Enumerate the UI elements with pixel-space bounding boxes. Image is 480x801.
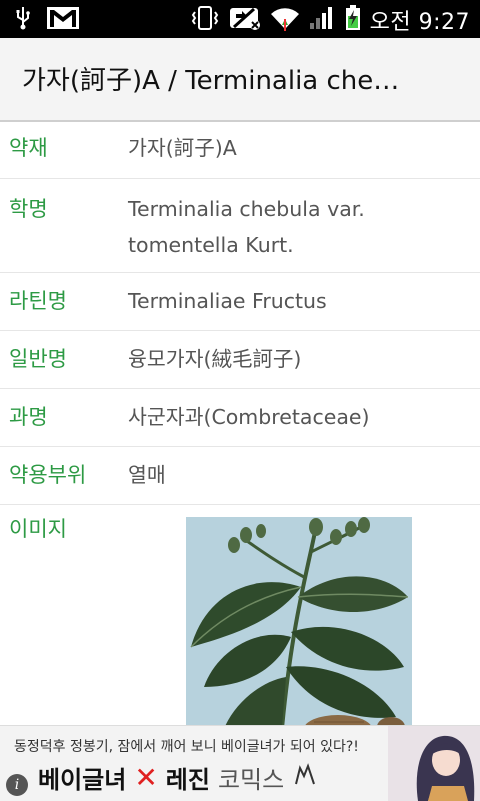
value-medicinal-part: 열매: [128, 463, 166, 487]
row-image: 이미지: [0, 505, 480, 725]
label-medicinal-part: 약용부위: [9, 463, 87, 487]
page-title: 가자(訶子)A / Terminalia che…: [22, 66, 400, 96]
row-latin-name: 라틴명 Terminaliae Fructus: [0, 273, 480, 331]
value-latin-name: Terminaliae Fructus: [128, 289, 327, 313]
row-common-name: 일반명 융모가자(絨毛訶子): [0, 331, 480, 389]
detail-table: 약재 가자(訶子)A 학명 Terminalia chebula var. to…: [0, 122, 480, 725]
label-image: 이미지: [9, 517, 67, 541]
label-family: 과명: [9, 405, 48, 429]
value-family: 사군자과(Combretaceae): [128, 405, 370, 429]
vibrate-icon: [190, 5, 220, 35]
row-scientific-name: 학명 Terminalia chebula var. tomentella Ku…: [0, 179, 480, 273]
value-scientific-name: Terminalia chebula var. tomentella Kurt.: [128, 191, 480, 263]
label-common-name: 일반명: [9, 347, 67, 371]
value-scientific-name-line1: Terminalia chebula var.: [128, 197, 365, 221]
row-herb: 약재 가자(訶子)A: [0, 122, 480, 179]
usb-icon: [14, 6, 32, 34]
row-medicinal-part: 약용부위 열매: [0, 447, 480, 505]
value-herb: 가자(訶子)A: [128, 136, 237, 160]
label-latin-name: 라틴명: [9, 289, 67, 313]
signal-icon: [308, 5, 336, 35]
ad-x-mark: ✕: [134, 761, 158, 794]
ad-info-icon[interactable]: i: [6, 774, 28, 796]
no-sync-icon: [228, 5, 262, 35]
battery-charging-icon: [344, 4, 362, 36]
value-common-name: 융모가자(絨毛訶子): [128, 347, 302, 371]
label-scientific-name: 학명: [9, 197, 48, 221]
ad-character-image: [388, 726, 480, 801]
label-herb: 약재: [9, 136, 48, 160]
ad-logo-icon: [292, 762, 318, 794]
action-bar: 가자(訶子)A / Terminalia che…: [0, 38, 480, 122]
wifi-icon: [270, 5, 300, 35]
ad-banner[interactable]: 동정덕후 정봉기, 잠에서 깨어 보니 베이글녀가 되어 있다?! 베이글녀 ✕…: [0, 725, 480, 801]
gmail-icon: [46, 6, 80, 34]
status-time: 오전 9:27: [369, 10, 470, 35]
ad-brand-line: 베이글녀 ✕ 레진 코믹스: [38, 760, 318, 795]
ad-headline: 동정덕후 정봉기, 잠에서 깨어 보니 베이글녀가 되어 있다?!: [14, 739, 359, 755]
ad-brand-bagel: 베이글녀: [38, 766, 127, 794]
row-family: 과명 사군자과(Combretaceae): [0, 389, 480, 447]
status-bar: 오전 9:27: [0, 0, 480, 38]
ad-brand-lezhin: 레진: [165, 766, 210, 794]
value-scientific-name-line2: tomentella Kurt.: [128, 233, 294, 257]
ad-brand-comics: 코믹스: [217, 766, 285, 794]
plant-illustration[interactable]: [186, 517, 412, 725]
